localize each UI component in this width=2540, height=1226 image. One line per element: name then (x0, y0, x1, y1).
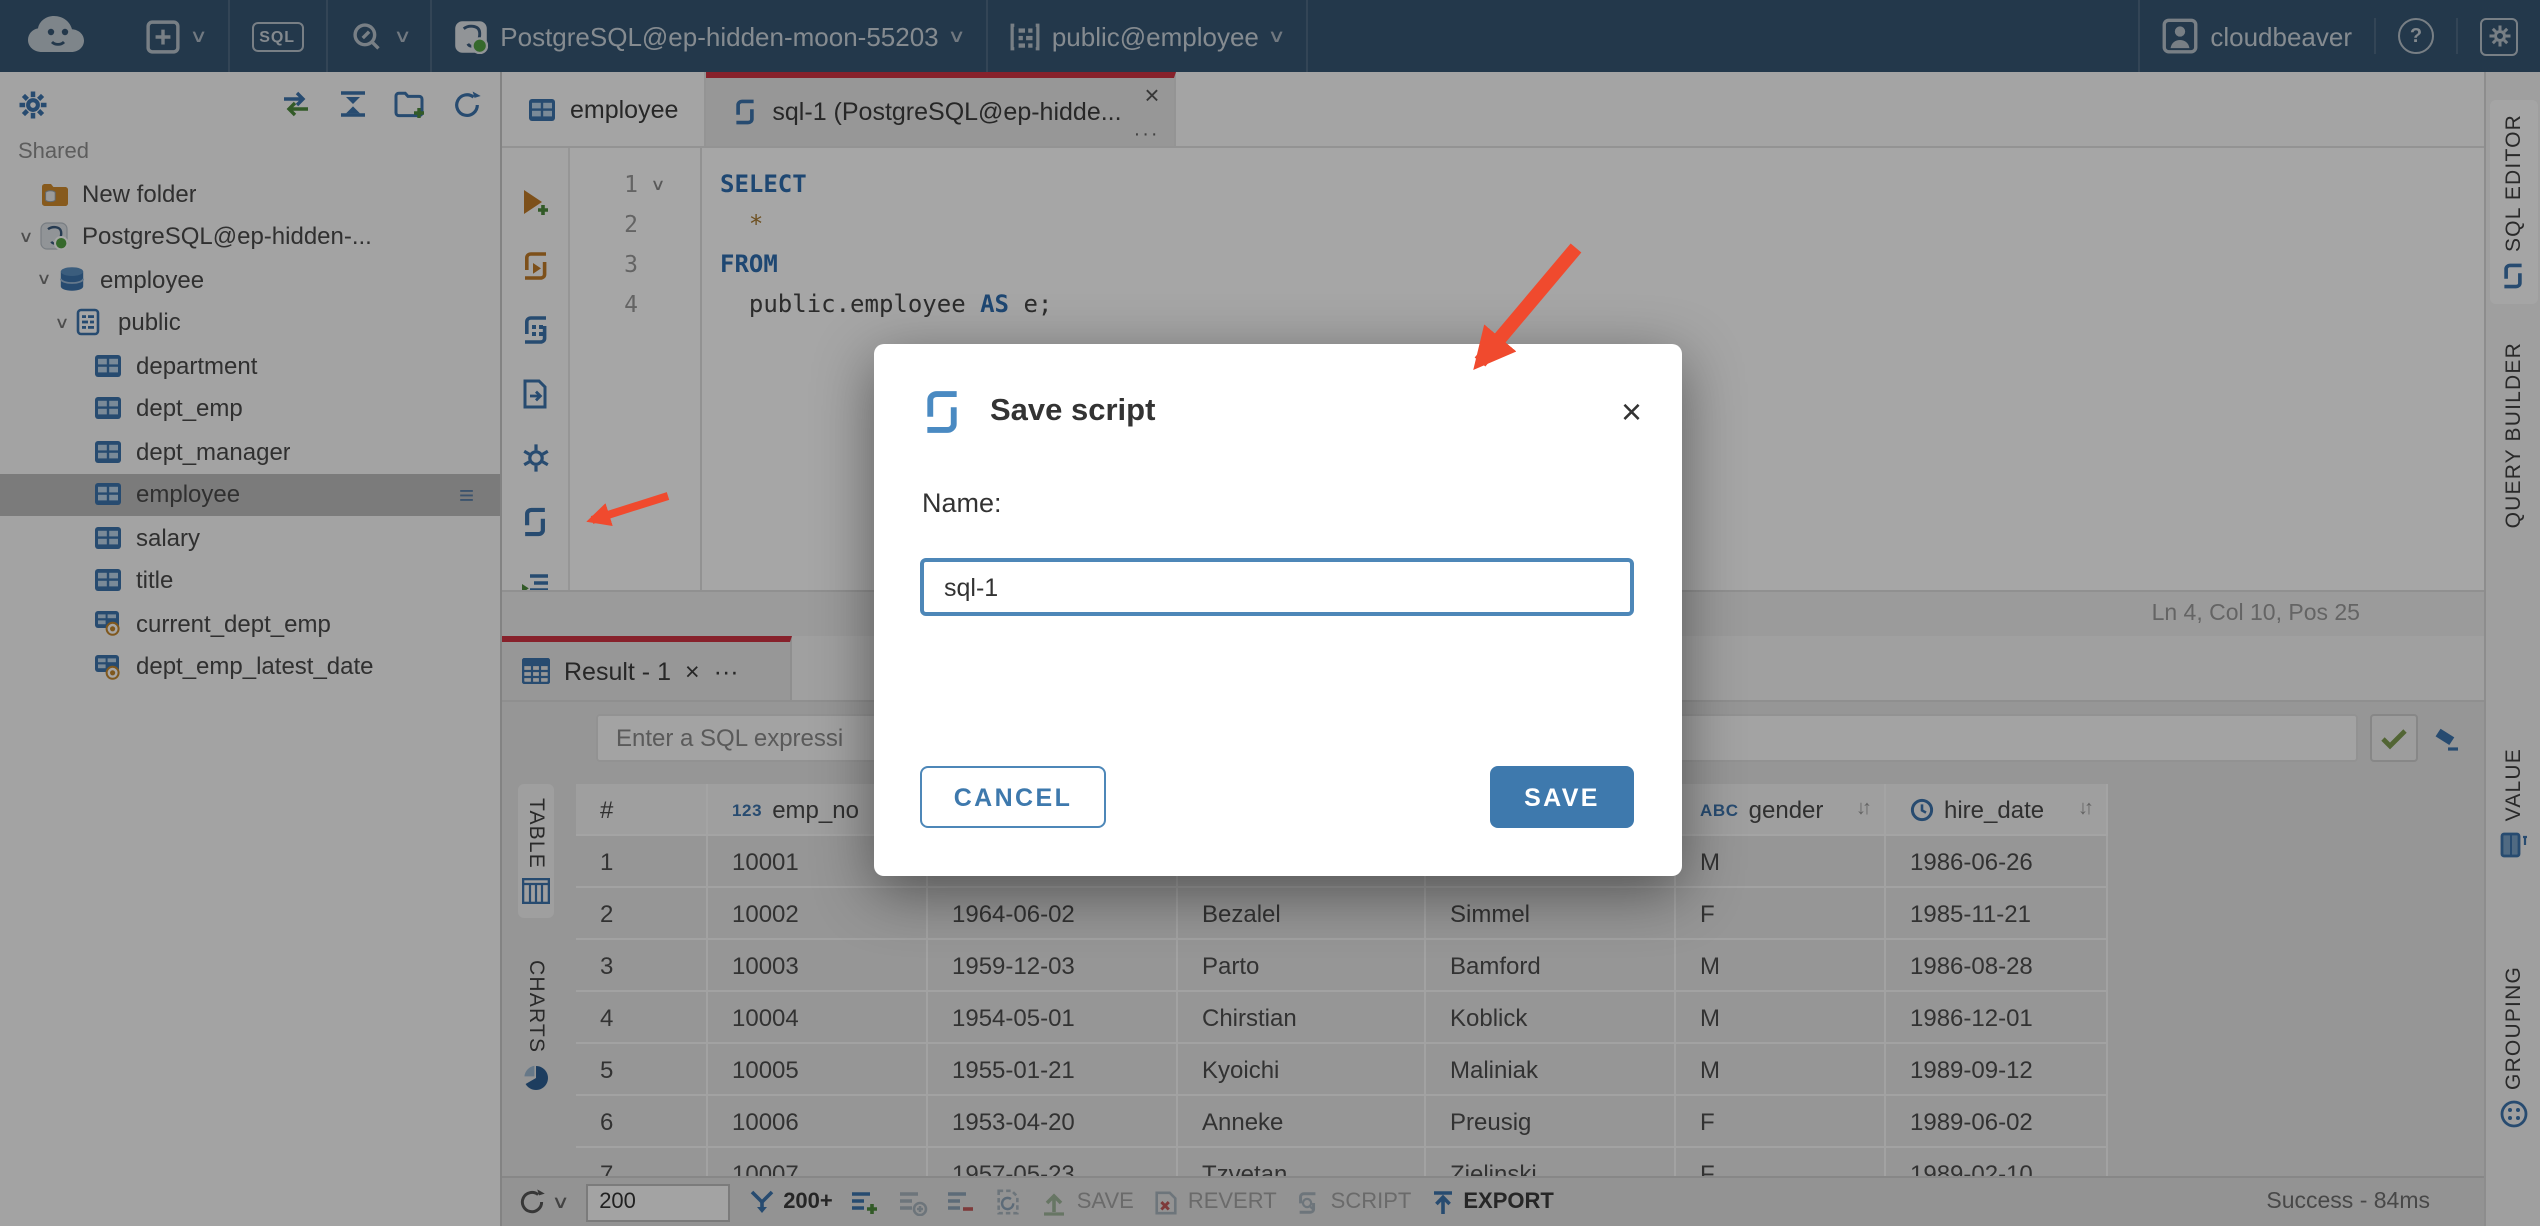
close-icon[interactable]: × (1621, 394, 1642, 430)
cloudbeaver-app: ∨ SQL ∨ PostgreSQL@ep-hidden-moon-55203 … (0, 0, 2540, 1226)
save-script-icon (927, 391, 957, 433)
save-button[interactable]: SAVE (1490, 766, 1634, 828)
dialog-title: Save script (990, 394, 1156, 428)
name-field-label: Name: (922, 488, 1002, 518)
save-script-dialog: Save script × Name: CANCEL SAVE (874, 344, 1682, 876)
script-name-input[interactable] (920, 558, 1634, 616)
cancel-button[interactable]: CANCEL (920, 766, 1106, 828)
